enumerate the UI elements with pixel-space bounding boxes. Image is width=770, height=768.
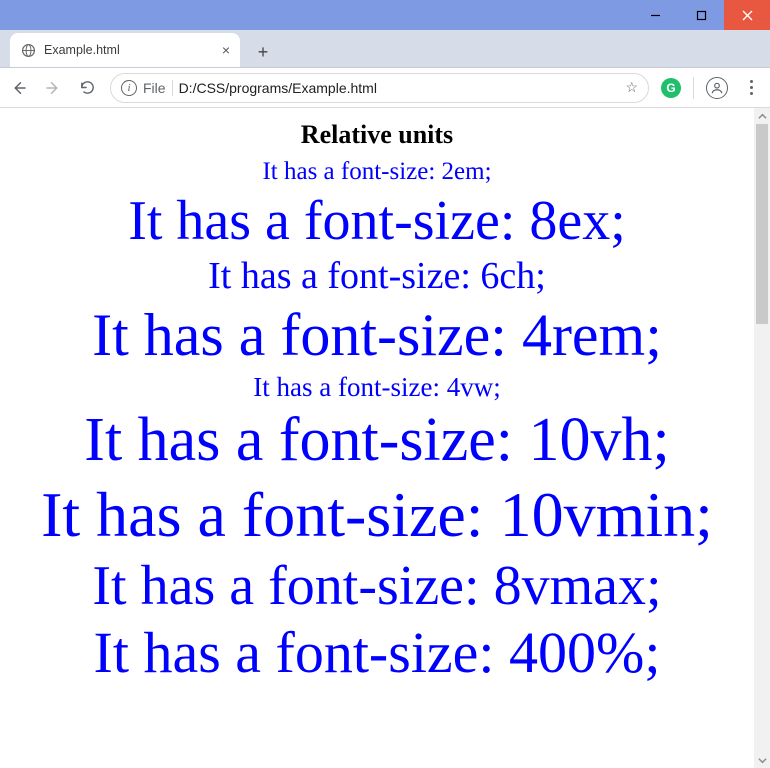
browser-tab[interactable]: Example.html × — [10, 33, 240, 67]
reload-button[interactable] — [76, 77, 98, 99]
scrollbar-up-arrow[interactable] — [754, 108, 770, 124]
new-tab-button[interactable]: + — [248, 37, 278, 67]
kebab-icon — [750, 80, 753, 95]
arrow-left-icon — [10, 79, 28, 97]
rendered-page: Relative units It has a font-size: 2em; … — [0, 120, 754, 687]
line-2em: It has a font-size: 2em; — [0, 158, 754, 187]
vertical-scrollbar[interactable] — [754, 108, 770, 768]
tab-close-button[interactable]: × — [222, 42, 230, 58]
window-close-button[interactable] — [724, 0, 770, 30]
back-button[interactable] — [8, 77, 30, 99]
menu-button[interactable] — [740, 77, 762, 99]
bookmark-star-icon[interactable]: ☆ — [625, 79, 638, 96]
minimize-icon — [650, 10, 661, 21]
person-icon — [710, 81, 724, 95]
chevron-up-icon — [758, 112, 767, 121]
line-6ch: It has a font-size: 6ch; — [0, 255, 754, 299]
page-heading: Relative units — [0, 120, 754, 150]
line-10vh: It has a font-size: 10vh; — [0, 405, 754, 476]
scrollbar-down-arrow[interactable] — [754, 752, 770, 768]
tab-title: Example.html — [44, 43, 214, 57]
address-bar[interactable]: i File D:/CSS/programs/Example.html ☆ — [110, 73, 649, 103]
globe-icon — [20, 42, 36, 58]
browser-toolbar: i File D:/CSS/programs/Example.html ☆ G — [0, 68, 770, 108]
line-10vmin: It has a font-size: 10vmin; — [0, 478, 754, 552]
line-4vw: It has a font-size: 4vw; — [0, 372, 754, 403]
page-viewport: Relative units It has a font-size: 2em; … — [0, 108, 754, 768]
toolbar-separator — [693, 77, 694, 99]
line-400pct: It has a font-size: 400%; — [0, 620, 754, 687]
tab-strip: Example.html × + — [0, 30, 770, 68]
maximize-icon — [696, 10, 707, 21]
address-scheme: File — [143, 80, 166, 96]
window-titlebar — [0, 0, 770, 30]
line-8vmax: It has a font-size: 8vmax; — [0, 554, 754, 618]
profile-avatar-button[interactable] — [706, 77, 728, 99]
window-minimize-button[interactable] — [632, 0, 678, 30]
arrow-right-icon — [44, 79, 62, 97]
line-4rem: It has a font-size: 4rem; — [0, 301, 754, 370]
plus-icon: + — [258, 42, 269, 63]
reload-icon — [79, 79, 96, 96]
forward-button[interactable] — [42, 77, 64, 99]
page-info-icon[interactable]: i — [121, 80, 137, 96]
extension-badge[interactable]: G — [661, 78, 681, 98]
close-icon — [742, 10, 753, 21]
window-maximize-button[interactable] — [678, 0, 724, 30]
address-separator — [172, 80, 173, 96]
page-viewport-wrap: Relative units It has a font-size: 2em; … — [0, 108, 770, 768]
chevron-down-icon — [758, 756, 767, 765]
scrollbar-thumb[interactable] — [756, 124, 768, 324]
line-8ex: It has a font-size: 8ex; — [0, 189, 754, 253]
address-url: D:/CSS/programs/Example.html — [179, 80, 620, 96]
extension-badge-letter: G — [666, 81, 675, 95]
